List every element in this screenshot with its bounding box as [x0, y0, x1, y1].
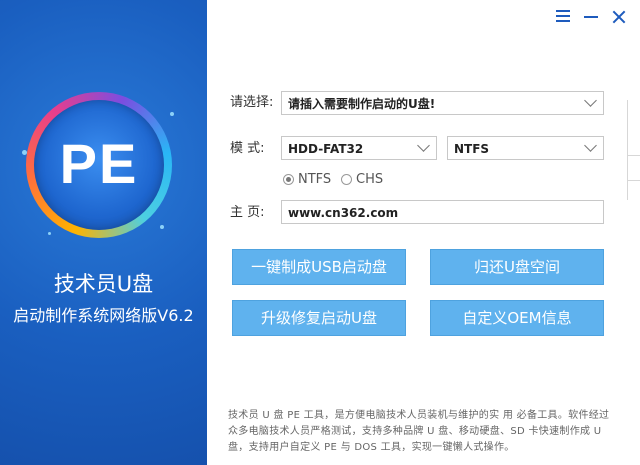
homepage-value: www.cn362.com	[288, 206, 399, 220]
mode-select[interactable]: HDD-FAT32	[281, 136, 437, 160]
radio-ntfs[interactable]: NTFS	[283, 172, 331, 187]
radio-ntfs-label: NTFS	[298, 172, 332, 187]
glow-dot	[160, 225, 164, 229]
close-icon	[612, 10, 626, 24]
mode-label: 模 式:	[230, 141, 265, 156]
chevron-down-icon	[584, 139, 597, 152]
usb-select-value: 请插入需要制作启动的U盘!	[288, 97, 436, 111]
pe-logo: PE	[26, 92, 172, 238]
filesystem-select[interactable]: NTFS	[447, 136, 604, 160]
brand-panel: PE 技术员U盘 启动制作系统网络版V6.2	[0, 0, 207, 465]
menu-button[interactable]	[556, 8, 570, 22]
radio-circle	[341, 174, 352, 185]
pe-logo-inner: PE	[34, 100, 164, 230]
mode-select-value: HDD-FAT32	[288, 142, 364, 156]
select-label: 请选择:	[230, 95, 274, 110]
usb-select[interactable]: 请插入需要制作启动的U盘!	[281, 91, 604, 115]
close-button[interactable]	[612, 8, 626, 22]
window-edge	[627, 100, 640, 200]
divider	[628, 155, 640, 156]
chevron-down-icon	[417, 139, 430, 152]
restore-usb-space-button[interactable]: 归还U盘空间	[430, 249, 604, 285]
minimize-button[interactable]	[584, 8, 598, 22]
divider	[628, 180, 640, 181]
radio-circle	[283, 174, 294, 185]
app-title: 技术员U盘	[53, 272, 154, 296]
glow-dot	[170, 112, 174, 116]
menu-icon	[556, 10, 570, 22]
radio-chs-label: CHS	[356, 172, 384, 187]
window-controls	[556, 8, 626, 22]
glow-dot	[22, 150, 27, 155]
upgrade-repair-button[interactable]: 升级修复启动U盘	[232, 300, 406, 336]
minimize-icon	[584, 16, 598, 18]
glow-dot	[48, 232, 51, 235]
custom-oem-button[interactable]: 自定义OEM信息	[430, 300, 604, 336]
homepage-input[interactable]: www.cn362.com	[281, 200, 604, 224]
homepage-label: 主 页:	[230, 205, 265, 220]
pe-logo-text: PE	[59, 132, 139, 195]
chevron-down-icon	[584, 94, 597, 107]
radio-chs[interactable]: CHS	[341, 172, 383, 187]
filesystem-select-value: NTFS	[454, 142, 490, 156]
app-subtitle: 启动制作系统网络版V6.2	[13, 306, 194, 325]
footer-description: 技术员 U 盘 PE 工具，是方便电脑技术人员装机与维护的实 用 必备工具。软件…	[228, 410, 610, 453]
one-click-usb-button[interactable]: 一键制成USB启动盘	[232, 249, 406, 285]
